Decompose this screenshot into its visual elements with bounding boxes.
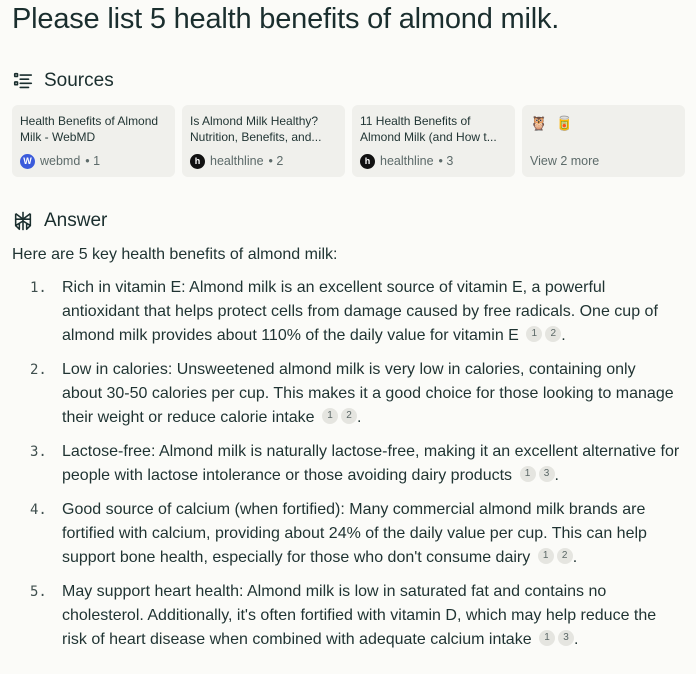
answer-icon: [14, 211, 32, 231]
list-item: 4. Good source of calcium (when fortifie…: [30, 498, 680, 570]
item-end: .: [561, 327, 566, 344]
source-title: 11 Health Benefits of Almond Milk (and H…: [360, 114, 497, 144]
citation-badge[interactable]: 1: [539, 630, 556, 646]
view-more-label: View 2 more: [530, 154, 600, 168]
can-favicon-icon: 🥫: [555, 115, 573, 131]
healthline-favicon-icon: h: [190, 153, 205, 169]
answer-heading: Answer: [12, 210, 107, 232]
list-number: 5.: [30, 584, 47, 600]
source-card-3[interactable]: 11 Health Benefits of Almond Milk (and H…: [352, 105, 515, 177]
list-text: May support heart health: Almond milk is…: [62, 580, 680, 652]
source-title: Health Benefits of Almond Milk - WebMD: [20, 114, 159, 144]
list-item: 3. Lactose-free: Almond milk is naturall…: [30, 440, 680, 488]
benefits-list: 1. Rich in vitamin E: Almond milk is an …: [30, 276, 680, 662]
answer-intro: Here are 5 key health benefits of almond…: [12, 246, 338, 263]
list-number: 4.: [30, 502, 47, 518]
source-meta: W webmd • 1: [20, 153, 167, 169]
citation-badge[interactable]: 1: [322, 408, 339, 424]
item-end: .: [574, 631, 579, 648]
item-end: .: [357, 409, 362, 426]
source-site: healthline: [210, 154, 264, 168]
list-item: 5. May support heart health: Almond milk…: [30, 580, 680, 652]
list-text: Good source of calcium (when fortified):…: [62, 498, 680, 570]
source-site: webmd: [40, 154, 81, 168]
citation-badge[interactable]: 2: [556, 548, 573, 564]
citation-badge[interactable]: 2: [545, 326, 562, 342]
citation-badge[interactable]: 2: [341, 408, 358, 424]
healthline-favicon-icon: h: [360, 153, 375, 169]
citation-badge[interactable]: 1: [537, 548, 554, 564]
sources-icon: [13, 72, 33, 89]
owl-favicon-icon: 🦉: [530, 115, 548, 131]
answer-page: Please list 5 health benefits of almond …: [0, 0, 696, 674]
list-number: 1.: [30, 280, 47, 296]
source-card-2[interactable]: Is Almond Milk Healthy? Nutrition, Benef…: [182, 105, 345, 177]
source-index: • 1: [85, 154, 101, 168]
item-text: Low in calories: Unsweetened almond milk…: [62, 361, 674, 426]
source-meta: h healthline • 2: [190, 153, 337, 169]
sources-heading: Sources: [12, 70, 114, 92]
source-title: Is Almond Milk Healthy? Nutrition, Benef…: [190, 114, 322, 144]
source-index: • 3: [438, 154, 454, 168]
view-more-sources-button[interactable]: 🦉 🥫 View 2 more: [522, 105, 685, 177]
source-cards: Health Benefits of Almond Milk - WebMD W…: [12, 105, 685, 177]
list-number: 2.: [30, 362, 47, 378]
more-favicons: 🦉 🥫: [530, 115, 677, 131]
page-title: Please list 5 health benefits of almond …: [12, 3, 560, 35]
list-text: Lactose-free: Almond milk is naturally l…: [62, 440, 680, 488]
sources-label: Sources: [44, 70, 114, 91]
item-text: Rich in vitamin E: Almond milk is an exc…: [62, 279, 658, 344]
item-text: Lactose-free: Almond milk is naturally l…: [62, 443, 680, 484]
citation-badge[interactable]: 1: [526, 326, 543, 342]
list-text: Low in calories: Unsweetened almond milk…: [62, 358, 680, 430]
list-item: 2. Low in calories: Unsweetened almond m…: [30, 358, 680, 430]
source-site: healthline: [380, 154, 434, 168]
citation-badge[interactable]: 3: [558, 630, 575, 646]
source-meta: h healthline • 3: [360, 153, 507, 169]
citation-badge[interactable]: 1: [519, 466, 536, 482]
list-text: Rich in vitamin E: Almond milk is an exc…: [62, 276, 680, 348]
list-number: 3.: [30, 444, 47, 460]
list-item: 1. Rich in vitamin E: Almond milk is an …: [30, 276, 680, 348]
item-end: .: [572, 549, 578, 566]
item-end: .: [554, 467, 559, 484]
source-card-1[interactable]: Health Benefits of Almond Milk - WebMD W…: [12, 105, 175, 177]
webmd-favicon-icon: W: [20, 153, 35, 169]
source-index: • 2: [268, 154, 284, 168]
answer-label: Answer: [44, 210, 108, 231]
citation-badge[interactable]: 3: [538, 466, 555, 482]
